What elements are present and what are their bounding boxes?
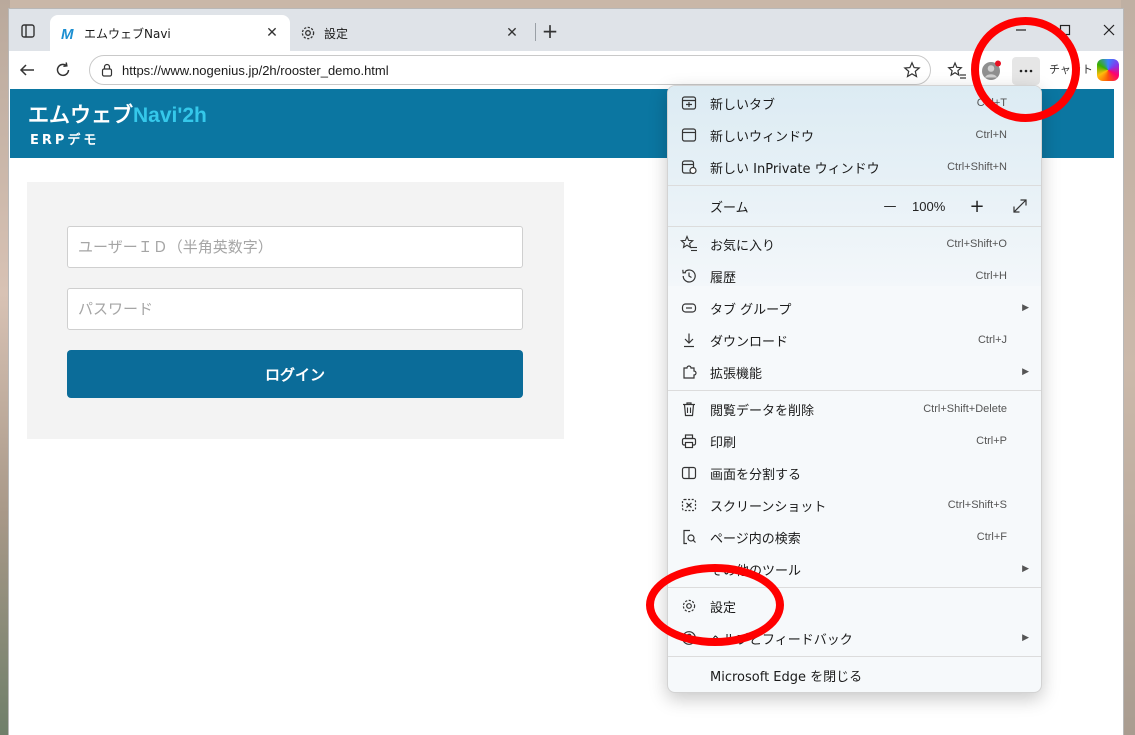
tab-settings[interactable]: 設定 ✕: [290, 15, 530, 51]
emuweb-favicon-icon: M: [60, 25, 76, 41]
menu-item-label: 履歴: [710, 270, 737, 286]
tab-groups-icon: [680, 299, 698, 317]
brand-product: Navi'2h: [133, 104, 207, 127]
menu-item-new-window[interactable]: 新しいウィンドウ Ctrl+N: [668, 119, 1041, 151]
trash-icon: [680, 400, 698, 418]
tab-actions-button[interactable]: [15, 18, 41, 44]
menu-item-shortcut: Ctrl+Shift+Delete: [923, 403, 1007, 415]
zoom-in-button[interactable]: +: [965, 194, 989, 218]
url-text[interactable]: https://www.nogenius.jp/2h/rooster_demo.…: [122, 63, 900, 78]
favorites-icon[interactable]: [943, 57, 971, 85]
lock-icon: [98, 61, 116, 79]
back-icon[interactable]: [13, 56, 41, 84]
tab-separator: [535, 23, 536, 41]
menu-item-split-screen[interactable]: 画面を分割する: [668, 457, 1041, 489]
site-brand[interactable]: エムウェブNavi'2h ERPデモ: [28, 99, 207, 148]
menu-item-shortcut: Ctrl+Shift+O: [946, 238, 1007, 250]
submenu-arrow-icon: ▶: [1022, 367, 1029, 377]
menu-item-label: 印刷: [710, 435, 737, 451]
menu-item-shortcut: Ctrl+F: [976, 531, 1007, 543]
menu-item-label: 新しいタブ: [710, 97, 776, 113]
new-tab-icon: [680, 94, 698, 112]
menu-item-print[interactable]: 印刷 Ctrl+P: [668, 425, 1041, 457]
split-screen-icon: [680, 464, 698, 482]
gear-icon: [300, 25, 316, 41]
address-bar[interactable]: https://www.nogenius.jp/2h/rooster_demo.…: [89, 55, 931, 85]
login-panel: ログイン: [27, 182, 564, 439]
menu-item-label: Microsoft Edge を閉じる: [710, 669, 863, 685]
menu-item-find-on-page[interactable]: ページ内の検索 Ctrl+F: [668, 521, 1041, 553]
history-icon: [680, 267, 698, 285]
menu-item-label: ズーム: [710, 200, 749, 216]
tab-title: エムウェブNavi: [84, 26, 171, 41]
menu-item-label: タブ グループ: [710, 302, 792, 318]
menu-item-shortcut: Ctrl+Shift+S: [947, 499, 1007, 511]
tab-actions-icon: [21, 24, 35, 38]
menu-item-shortcut: Ctrl+H: [975, 270, 1007, 282]
add-favorite-star-icon[interactable]: [900, 58, 924, 82]
extensions-puzzle-icon: [680, 363, 698, 381]
menu-item-favorites[interactable]: お気に入り Ctrl+Shift+O: [668, 228, 1041, 260]
menu-item-history[interactable]: 履歴 Ctrl+H: [668, 260, 1041, 292]
menu-item-label: お気に入り: [710, 238, 776, 254]
menu-item-close-edge[interactable]: Microsoft Edge を閉じる: [668, 659, 1041, 691]
menu-item-zoom: ズーム — 100% +: [668, 190, 1041, 222]
brand-name: エムウェブ: [28, 104, 133, 127]
menu-item-clear-browsing-data[interactable]: 閲覧データを削除 Ctrl+Shift+Delete: [668, 393, 1041, 425]
tab-title: 設定: [324, 26, 349, 41]
menu-divider: [668, 656, 1041, 657]
navigation-bar: https://www.nogenius.jp/2h/rooster_demo.…: [9, 51, 1123, 89]
fullscreen-icon[interactable]: [1008, 194, 1032, 218]
download-icon: [680, 331, 698, 349]
menu-item-shortcut: Ctrl+J: [977, 334, 1007, 346]
favorites-icon: [680, 235, 698, 253]
menu-item-new-inprivate-window[interactable]: 新しい InPrivate ウィンドウ Ctrl+Shift+N: [668, 151, 1041, 183]
menu-divider: [668, 390, 1041, 391]
menu-item-shortcut: Ctrl+P: [976, 435, 1007, 447]
submenu-arrow-icon: ▶: [1022, 633, 1029, 643]
tab-bar: M エムウェブNavi ✕ 設定 ✕ +: [9, 9, 1123, 51]
zoom-out-button[interactable]: —: [878, 194, 902, 218]
menu-item-label: 画面を分割する: [710, 467, 802, 483]
menu-item-label: 新しいウィンドウ: [710, 129, 815, 145]
new-window-icon: [680, 126, 698, 144]
submenu-arrow-icon: ▶: [1022, 303, 1029, 313]
tab-emuweb[interactable]: M エムウェブNavi ✕: [50, 15, 290, 51]
menu-item-label: ページ内の検索: [710, 531, 801, 547]
menu-item-shortcut: Ctrl+Shift+N: [947, 161, 1007, 173]
menu-item-label: 新しい InPrivate ウィンドウ: [710, 161, 880, 177]
brand-subtitle: ERPデモ: [30, 133, 100, 148]
window-close-icon[interactable]: [1091, 17, 1123, 43]
login-button[interactable]: ログイン: [67, 350, 523, 398]
menu-item-tab-groups[interactable]: タブ グループ ▶: [668, 292, 1041, 324]
printer-icon: [680, 432, 698, 450]
menu-item-label: スクリーンショット: [710, 499, 827, 515]
new-tab-button[interactable]: +: [537, 18, 563, 44]
menu-item-label: 閲覧データを削除: [710, 403, 815, 419]
menu-divider: [668, 226, 1041, 227]
user-id-input[interactable]: [67, 226, 523, 268]
menu-item-label: 拡張機能: [710, 366, 763, 382]
menu-item-label: ダウンロード: [710, 334, 789, 350]
menu-item-screenshot[interactable]: スクリーンショット Ctrl+Shift+S: [668, 489, 1041, 521]
annotation-circle-more-button: [971, 17, 1080, 122]
menu-divider: [668, 185, 1041, 186]
find-on-page-icon: [680, 528, 698, 546]
tab-close-icon[interactable]: ✕: [264, 25, 280, 41]
screenshot-icon: [680, 496, 698, 514]
menu-item-downloads[interactable]: ダウンロード Ctrl+J: [668, 324, 1041, 356]
annotation-circle-settings: [646, 564, 784, 646]
copilot-icon[interactable]: [1097, 59, 1119, 81]
menu-item-extensions[interactable]: 拡張機能 ▶: [668, 356, 1041, 388]
inprivate-icon: [680, 158, 698, 176]
menu-item-shortcut: Ctrl+N: [975, 129, 1007, 141]
password-input[interactable]: [67, 288, 523, 330]
tab-close-icon[interactable]: ✕: [504, 25, 520, 41]
zoom-level: 100%: [912, 198, 946, 214]
refresh-icon[interactable]: [49, 56, 77, 84]
submenu-arrow-icon: ▶: [1022, 564, 1029, 574]
svg-text:M: M: [61, 26, 74, 41]
